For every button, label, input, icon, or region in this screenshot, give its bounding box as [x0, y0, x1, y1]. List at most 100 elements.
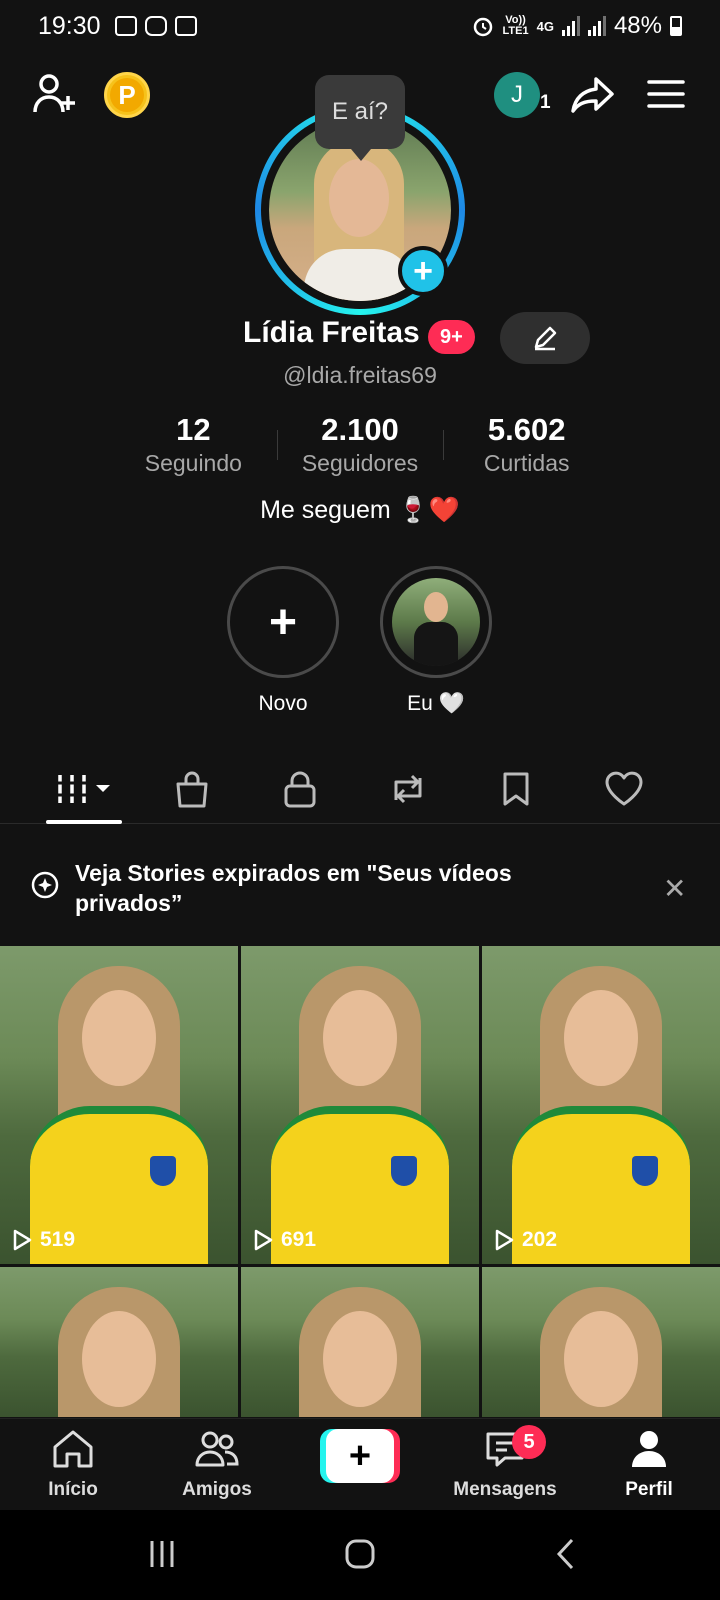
highlight-label: Eu 🤍	[407, 692, 465, 715]
close-banner-button[interactable]: ✕	[663, 872, 686, 905]
menu-button[interactable]	[646, 74, 686, 114]
nav-label: Amigos	[182, 1479, 252, 1500]
tab-videos[interactable]	[46, 764, 122, 814]
account-switcher-avatar[interactable]: J	[494, 72, 540, 118]
notification-badge[interactable]: 9+	[428, 320, 475, 354]
gallery-notification-icon	[114, 16, 137, 36]
video-thumbnail[interactable]: 202	[482, 946, 720, 1264]
share-profile-button[interactable]	[568, 70, 618, 120]
status-time: 19:30	[38, 11, 101, 40]
heart-icon	[605, 771, 643, 806]
stat-value: 2.100	[321, 412, 399, 447]
signal-icon	[561, 16, 580, 36]
video-grid: 519 691 202	[0, 946, 720, 1417]
highlight-eu[interactable]: Eu 🤍	[380, 566, 492, 716]
share-icon	[571, 77, 614, 113]
plus-icon: +	[326, 1429, 394, 1483]
tab-liked[interactable]	[586, 764, 662, 814]
network-type: 4G	[536, 18, 554, 34]
add-user-icon	[33, 74, 75, 113]
video-grid-icon	[56, 775, 110, 803]
bottom-nav: Início Amigos + Mensagens 5 Perfil	[0, 1418, 720, 1510]
account-count: 1	[540, 92, 551, 113]
profile-stats: 12 Seguindo 2.100 Seguidores 5.602 Curti…	[110, 412, 610, 477]
view-count-value: 202	[522, 1228, 558, 1251]
repost-icon	[394, 774, 422, 804]
status-tooltip[interactable]: E aí?	[315, 75, 405, 161]
battery-icon	[670, 16, 682, 36]
expired-stories-banner[interactable]: Veja Stories expirados em "Seus vídeos p…	[0, 852, 720, 922]
coins-button[interactable]: P	[104, 72, 150, 118]
video-thumbnail[interactable]: 691	[241, 946, 479, 1264]
story-sparkle-icon	[31, 871, 59, 899]
account-initial: J	[511, 81, 523, 108]
view-count-value: 691	[281, 1228, 317, 1251]
view-count: 691	[253, 1228, 316, 1252]
back-icon[interactable]	[550, 1538, 582, 1570]
nav-friends[interactable]: Amigos	[162, 1429, 272, 1501]
stat-label: Seguidores	[301, 450, 419, 476]
stat-value: 12	[176, 412, 211, 447]
recent-apps-icon[interactable]	[146, 1538, 178, 1570]
add-story-button[interactable]: +	[398, 246, 448, 296]
play-icon	[13, 1229, 32, 1251]
home-button-icon[interactable]	[344, 1538, 376, 1570]
play-icon	[495, 1229, 514, 1251]
nav-home[interactable]: Início	[18, 1429, 128, 1501]
stat-label: Seguindo	[144, 450, 242, 476]
nav-label: Perfil	[625, 1479, 673, 1500]
voicemail-notification-icon	[174, 16, 197, 36]
tab-saved[interactable]	[478, 764, 554, 814]
volte-indicator: Vo)) LTE1	[502, 14, 529, 37]
system-nav-bar	[0, 1510, 720, 1600]
coin-label: P	[110, 78, 144, 112]
instagram-notification-icon	[144, 16, 167, 36]
stat-value: 5.602	[487, 412, 566, 447]
stat-following[interactable]: 12 Seguindo	[110, 412, 277, 477]
profile-handle: @ldia.freitas69	[283, 362, 437, 388]
new-highlight-circle: +	[227, 566, 339, 678]
stat-likes[interactable]: 5.602 Curtidas	[443, 412, 610, 477]
add-friend-button[interactable]	[30, 70, 80, 120]
view-count: 202	[494, 1228, 557, 1252]
name-row: Lídia Freitas 9+	[0, 312, 720, 364]
video-thumbnail[interactable]	[241, 1267, 479, 1417]
lock-icon	[284, 771, 316, 808]
active-tab-indicator	[46, 820, 122, 824]
notification-icons	[114, 16, 197, 36]
messages-badge: 5	[512, 1425, 546, 1459]
stat-label: Curtidas	[483, 450, 570, 476]
view-count: 519	[12, 1228, 75, 1252]
play-icon	[254, 1229, 273, 1251]
nav-label: Mensagens	[453, 1479, 557, 1500]
video-thumbnail[interactable]: 519	[0, 946, 238, 1264]
battery-percent: 48%	[613, 12, 662, 39]
highlight-label: Novo	[258, 692, 308, 715]
profile-tabs	[0, 752, 720, 824]
home-icon	[53, 1430, 93, 1468]
video-thumbnail[interactable]	[482, 1267, 720, 1417]
pencil-icon	[534, 326, 557, 351]
banner-text: Veja Stories expirados em "Seus vídeos p…	[75, 860, 512, 916]
plus-icon: +	[268, 595, 298, 649]
nav-label: Início	[48, 1479, 98, 1500]
system-status-icons: Vo)) LTE1 4G 48%	[471, 12, 682, 40]
create-button[interactable]: +	[320, 1429, 400, 1483]
bookmark-icon	[503, 772, 529, 806]
stat-followers[interactable]: 2.100 Seguidores	[276, 412, 444, 477]
video-thumbnail[interactable]	[0, 1267, 238, 1417]
alarm-icon	[473, 17, 492, 37]
profile-name: Lídia Freitas	[243, 316, 420, 349]
friends-icon	[195, 1431, 239, 1467]
profile-bio: Me seguem 🍷❤️	[260, 496, 460, 524]
signal-icon-2	[587, 16, 606, 36]
tab-reposts[interactable]	[370, 764, 446, 814]
status-bar: 19:30 Vo)) LTE1 4G 48%	[0, 0, 720, 52]
tab-shop[interactable]	[154, 764, 230, 814]
edit-profile-button[interactable]	[500, 312, 590, 364]
tab-private[interactable]	[262, 764, 338, 814]
nav-profile[interactable]: Perfil	[594, 1429, 704, 1501]
highlight-thumbnail	[392, 578, 480, 666]
highlight-circle	[380, 566, 492, 678]
highlight-new[interactable]: + Novo	[227, 566, 339, 716]
